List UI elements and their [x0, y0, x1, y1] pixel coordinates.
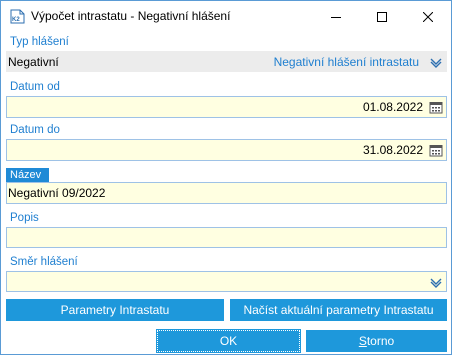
close-button[interactable]	[405, 1, 451, 32]
datum-do-field[interactable]: 31.08.2022	[6, 139, 447, 161]
storno-accelerator: S	[358, 334, 367, 348]
nazev-field[interactable]: Negativní 09/2022	[6, 182, 447, 204]
calendar-icon[interactable]	[429, 101, 443, 114]
dropdown-icon[interactable]	[429, 276, 443, 289]
popis-field[interactable]	[6, 227, 447, 248]
typ-hlaseni-value: Negativní	[8, 55, 59, 69]
dialog-window: K2 Výpočet intrastatu - Negativní hlášen…	[0, 0, 452, 355]
datum-do-label: Datum do	[10, 124, 60, 136]
nazev-label: Název	[6, 168, 49, 182]
minimize-icon	[331, 16, 341, 18]
ok-button[interactable]: OK	[156, 329, 301, 353]
k2-app-icon: K2	[10, 9, 25, 24]
dropdown-icon[interactable]	[429, 56, 443, 69]
typ-hlaseni-description: Negativní hlášení intrastatu	[273, 55, 419, 69]
calendar-icon[interactable]	[429, 144, 443, 157]
maximize-button[interactable]	[359, 1, 405, 32]
svg-text:K2: K2	[12, 17, 20, 23]
parametry-intrastatu-button[interactable]: Parametry Intrastatu	[6, 299, 224, 321]
storno-button[interactable]: Storno	[306, 330, 447, 352]
datum-do-value: 31.08.2022	[362, 143, 423, 157]
title-bar[interactable]: K2 Výpočet intrastatu - Negativní hlášen…	[1, 1, 451, 32]
nazev-value: Negativní 09/2022	[8, 186, 106, 200]
close-icon	[423, 11, 433, 22]
nacist-parametry-button[interactable]: Načíst aktuální parametry Intrastatu	[230, 299, 447, 321]
smer-hlaseni-combo[interactable]	[6, 271, 447, 292]
window-title: Výpočet intrastatu - Negativní hlášení	[31, 9, 231, 23]
typ-hlaseni-combo[interactable]: Negativní Negativní hlášení intrastatu	[6, 51, 447, 72]
storno-label: torno	[366, 334, 395, 348]
popis-label: Popis	[10, 212, 39, 224]
typ-hlaseni-label: Typ hlášení	[10, 36, 69, 48]
minimize-button[interactable]	[313, 1, 359, 32]
datum-od-value: 01.08.2022	[362, 100, 423, 114]
datum-od-label: Datum od	[10, 81, 60, 93]
smer-hlaseni-label: Směr hlášení	[10, 256, 78, 268]
maximize-icon	[377, 11, 387, 22]
datum-od-field[interactable]: 01.08.2022	[6, 96, 447, 118]
